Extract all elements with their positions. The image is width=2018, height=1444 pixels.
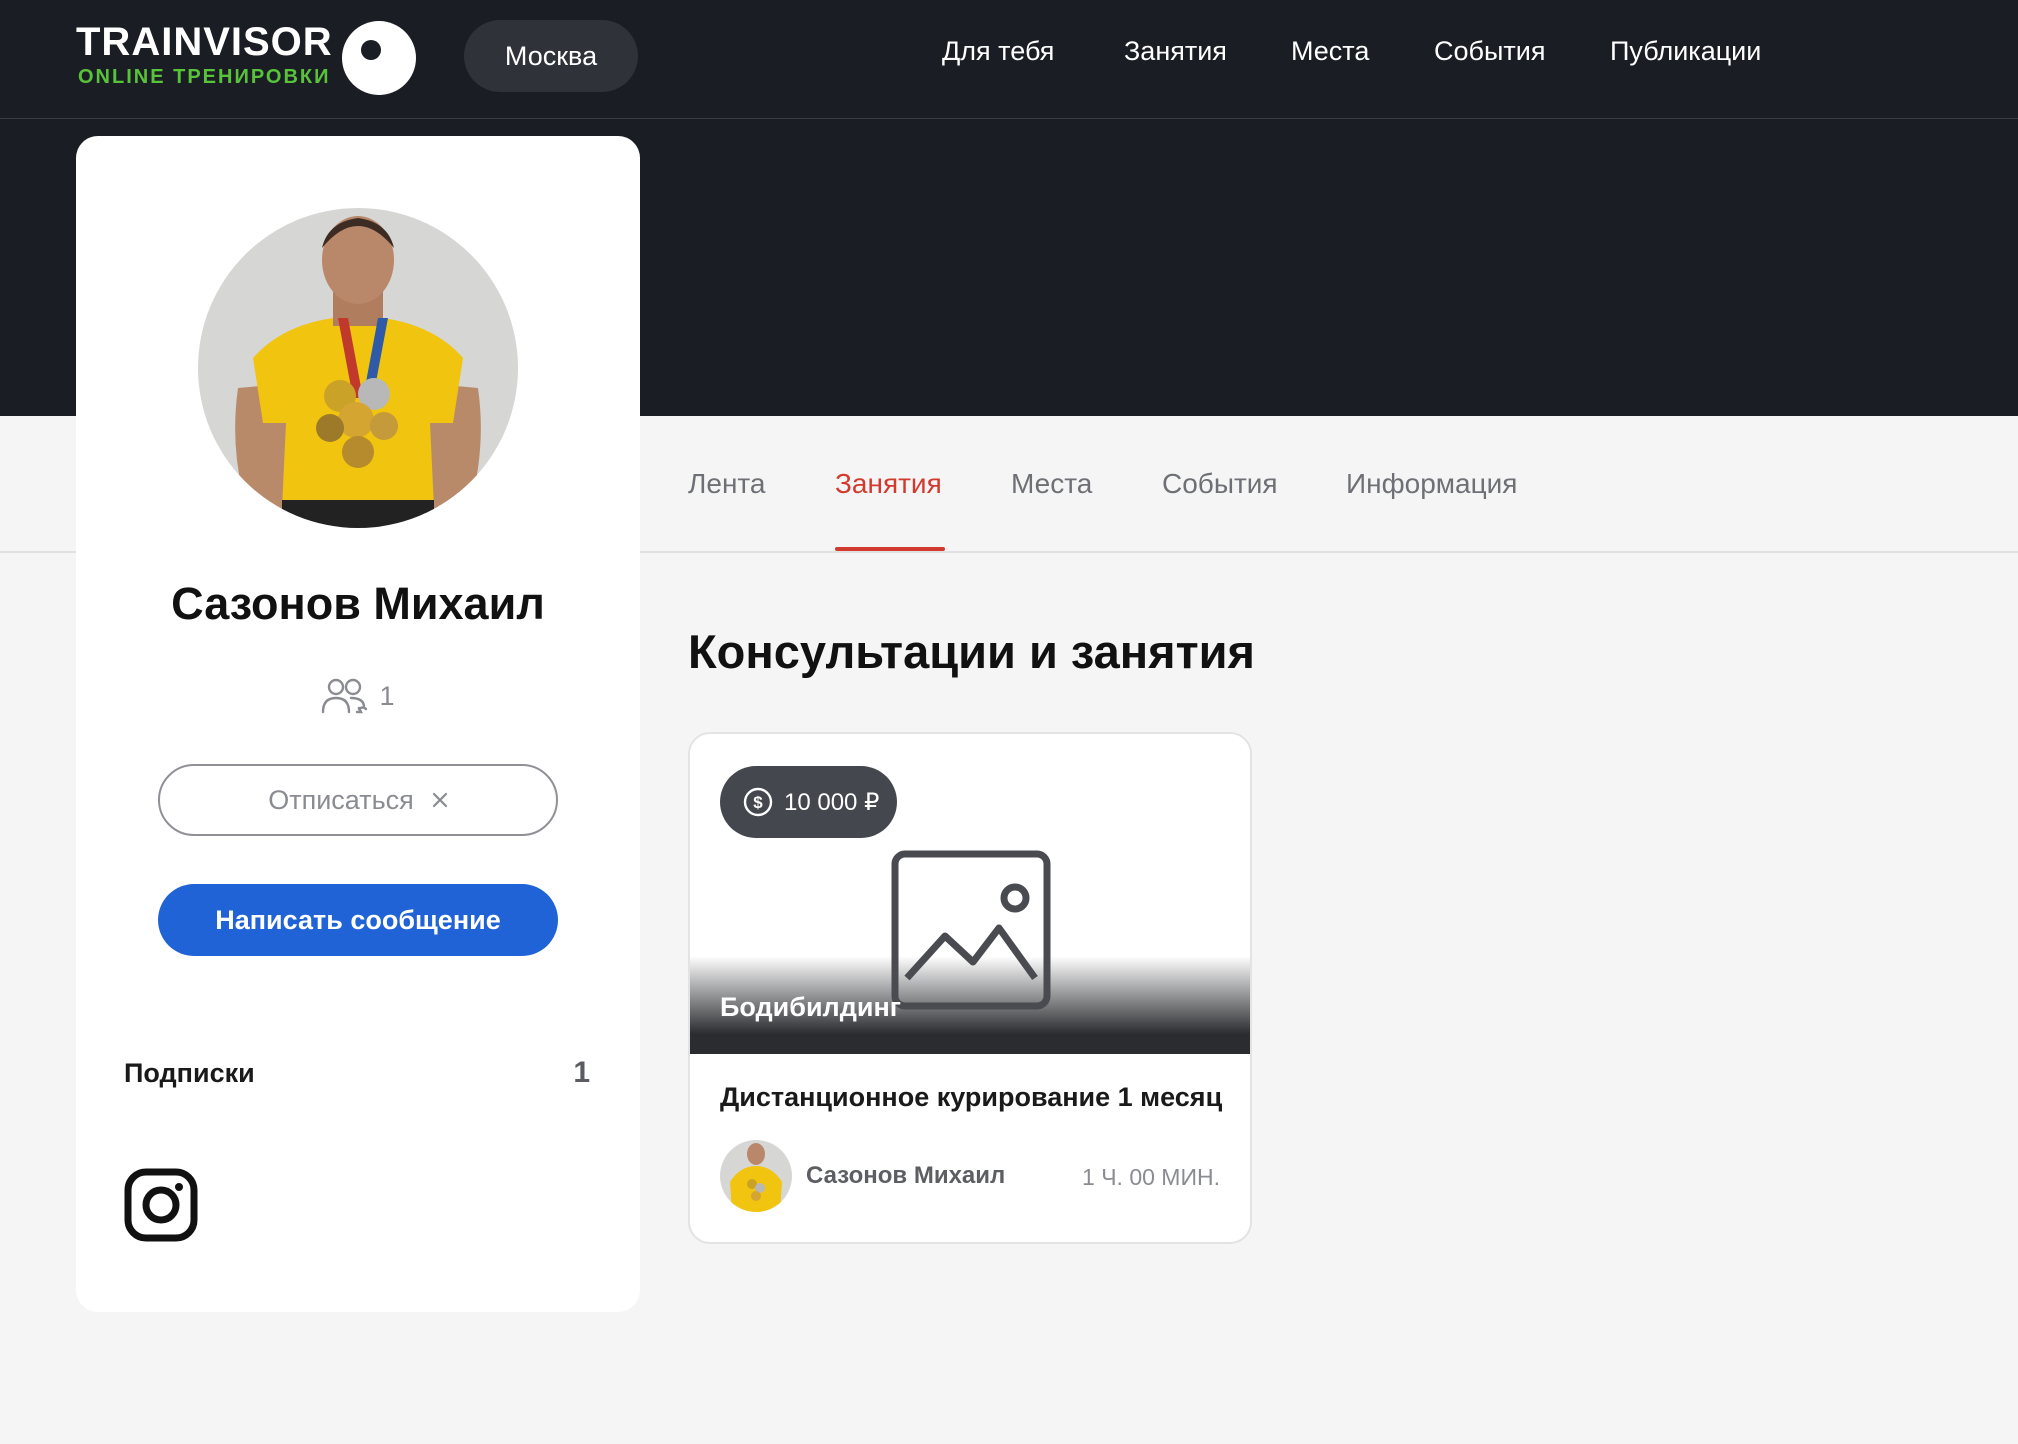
nav-for-you[interactable]: Для тебя (942, 36, 1054, 67)
send-message-button[interactable]: Написать сообщение (158, 884, 558, 956)
nav-events[interactable]: События (1434, 36, 1545, 67)
price-badge: $ 10 000 ₽ (720, 766, 898, 838)
tab-information[interactable]: Информация (1346, 468, 1517, 500)
nav-publications[interactable]: Публикации (1610, 36, 1761, 67)
followers-count[interactable]: 1 (76, 676, 640, 716)
unsubscribe-button[interactable]: Отписаться (158, 764, 558, 836)
logo-eye-icon (342, 21, 416, 95)
subscriptions-label[interactable]: Подписки (124, 1058, 255, 1089)
followers-count-value: 1 (379, 680, 395, 711)
active-tab-indicator (835, 547, 945, 551)
subscriptions-count: 1 (573, 1056, 590, 1089)
top-navigation-bar: TRAINVISOR ONLINE ТРЕНИРОВКИ Москва Для … (0, 0, 2018, 119)
city-selector-button[interactable]: Москва (464, 20, 638, 92)
class-title: Дистанционное курирование 1 месяц (720, 1082, 1223, 1112)
section-title: Консультации и занятия (688, 625, 1255, 678)
close-icon (432, 792, 447, 808)
class-duration: 1 Ч. 00 МИН. (1082, 1164, 1220, 1190)
instagram-icon[interactable] (124, 1168, 198, 1242)
nav-places[interactable]: Места (1291, 36, 1369, 67)
image-placeholder-icon (891, 850, 1051, 1010)
class-card[interactable]: $ 10 000 ₽ Бодибилдинг Дистанционное кур… (688, 732, 1252, 1244)
svg-text:$: $ (753, 793, 763, 812)
logo-title: TRAINVISOR (76, 20, 333, 64)
class-category: Бодибилдинг (720, 992, 901, 1022)
class-card-image: $ 10 000 ₽ Бодибилдинг (690, 734, 1250, 1054)
logo-tagline: ONLINE ТРЕНИРОВКИ (78, 66, 331, 88)
unsubscribe-label: Отписаться (268, 784, 414, 815)
dollar-circle-icon: $ (743, 787, 773, 817)
tab-classes[interactable]: Занятия (835, 468, 942, 500)
nav-classes[interactable]: Занятия (1124, 36, 1227, 67)
tab-events[interactable]: События (1162, 468, 1278, 500)
tab-feed[interactable]: Лента (688, 468, 766, 500)
page: TRAINVISOR ONLINE ТРЕНИРОВКИ Москва Для … (0, 0, 2018, 1444)
profile-name: Сазонов Михаил (171, 578, 545, 629)
users-icon (322, 678, 368, 714)
price-value: 10 000 ₽ (784, 788, 880, 816)
author-avatar[interactable] (720, 1140, 792, 1212)
tab-places[interactable]: Места (1011, 468, 1092, 500)
profile-card: Сазонов Михаил 1 Отписаться Написать соо (76, 136, 640, 1312)
logo[interactable]: TRAINVISOR ONLINE ТРЕНИРОВКИ (76, 20, 416, 96)
author-name[interactable]: Сазонов Михаил (806, 1162, 1005, 1190)
user-avatar-photo (198, 208, 518, 528)
